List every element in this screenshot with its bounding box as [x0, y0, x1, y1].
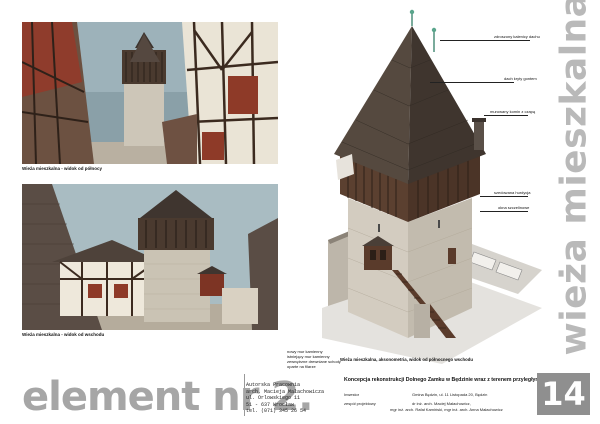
- investor-value: Gmina Będzin, ul. 11 Listopada 20, Będzi…: [412, 392, 488, 397]
- render-view-east: [22, 184, 278, 330]
- callout-hoarding: szedowana hurdycja: [494, 190, 531, 195]
- studio-line-2: arch. Macieja Małachowicza: [246, 388, 325, 395]
- studio-line-4: 51 - 637 Wrocław: [246, 401, 295, 408]
- vertical-title: wieża mieszkalna: [554, 0, 595, 355]
- sheet-number: 14: [537, 373, 590, 415]
- team-value-2: mgr inż. arch. Rafał Kamiński, mgr inż. …: [390, 407, 503, 412]
- studio-info: Autorska Pracownia arch. Macieja Małacho…: [246, 382, 324, 415]
- render-axonometric: [322, 8, 562, 364]
- callout-line-ridge: [440, 40, 530, 41]
- callout-line-roof: [430, 82, 514, 83]
- render-view-north: [22, 22, 278, 164]
- render-east-caption: Wieża mieszkalna - widok od wschodu: [22, 332, 105, 337]
- callout-line-hoarding: [480, 196, 528, 197]
- render-north-caption: Wieża mieszkalna - widok od północy: [22, 166, 102, 171]
- studio-line-3: ul. Orlowskiego 11: [246, 395, 301, 402]
- callout-windows: okna szczelinowe: [498, 205, 530, 210]
- investor-label: Inwestor: [344, 392, 360, 397]
- render-east-illustration: [22, 184, 278, 330]
- callout-line-windows: [480, 211, 528, 212]
- render-north-illustration: [22, 22, 278, 164]
- callout-ridge: zdroszony kalenicy dachu: [494, 34, 540, 39]
- callout-pillar: oparte na filarze: [287, 364, 316, 369]
- project-title: Koncepcja rekonstrukcji Dolnego Zamku w …: [344, 377, 541, 383]
- drawing-sheet: Wieża mieszkalna - widok od północy Wież…: [0, 0, 600, 424]
- studio-line-1: Autorska Pracownia: [246, 382, 301, 388]
- studio-line-5: tel. (071) 345 26 54: [246, 408, 307, 415]
- axonometric-illustration: [322, 9, 542, 364]
- vertical-title-text: wieża mieszkalna: [553, 0, 595, 356]
- team-label: zespół projektowy: [344, 401, 376, 406]
- team-value-1: dr inż. arch. Maciej Małachowicz,: [412, 401, 471, 406]
- callout-chimney: murowany komin z czapą: [490, 109, 536, 114]
- callout-line-chimney: [484, 115, 528, 116]
- render-axonometric-caption: Wieża mieszkalna, aksonometria, widok od…: [340, 357, 473, 362]
- callout-roof: dach kryty gontem: [504, 76, 537, 81]
